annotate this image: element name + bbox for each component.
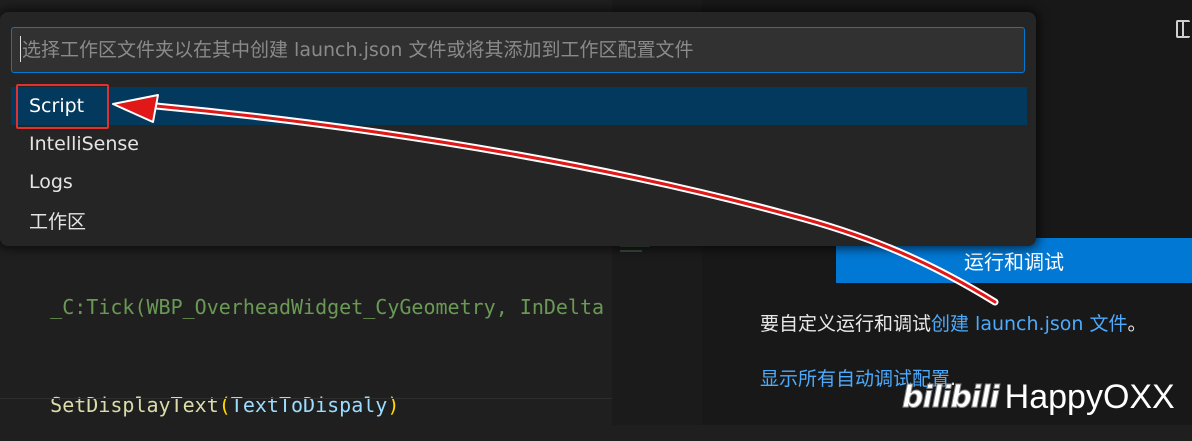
code-function: SetDisplayText — [50, 393, 219, 417]
minimap-mark — [620, 250, 642, 252]
code-bracket: ( — [218, 393, 231, 417]
code-variable: TextToDispaly — [230, 393, 388, 417]
create-launch-json-link[interactable]: 创建 launch.json 文件 — [931, 313, 1127, 335]
watermark-username: HappyOXX — [1004, 377, 1175, 416]
quick-pick-item-workspace[interactable]: 工作区 — [11, 201, 1027, 239]
code-comment: _C:Tick(WBP_OverheadWidget_CyGeometry, I… — [50, 295, 605, 319]
editor-line-divider — [0, 398, 612, 399]
quick-pick-item-logs[interactable]: Logs — [11, 163, 1027, 201]
code-line: SetDisplayText(TextToDispaly) — [2, 369, 399, 441]
quick-pick-item-label: Logs — [29, 171, 73, 193]
quick-pick-input[interactable] — [11, 27, 1025, 73]
quick-pick-item-script[interactable]: Script — [11, 87, 1027, 125]
description-text: 要自定义运行和调试 — [760, 313, 932, 335]
quick-pick-item-label: IntelliSense — [29, 133, 140, 155]
quick-pick-dialog: Script IntelliSense Logs 工作区 — [0, 12, 1036, 246]
bilibili-logo: bilibili — [902, 379, 1001, 415]
text-caret — [20, 36, 21, 62]
code-line: _C:Tick(WBP_OverheadWidget_CyGeometry, I… — [2, 271, 604, 343]
run-debug-description: 要自定义运行和调试创建 launch.json 文件。 — [760, 309, 1147, 336]
watermark: bilibili HappyOXX — [902, 372, 1175, 422]
description-suffix: 。 — [1127, 313, 1147, 335]
annotation-highlight-box — [16, 84, 109, 129]
quick-pick-item-intellisense[interactable]: IntelliSense — [11, 125, 1027, 163]
quick-pick-item-label: 工作区 — [29, 210, 87, 233]
code-bracket: ) — [387, 393, 400, 417]
toggle-panel-icon[interactable] — [1176, 20, 1190, 38]
